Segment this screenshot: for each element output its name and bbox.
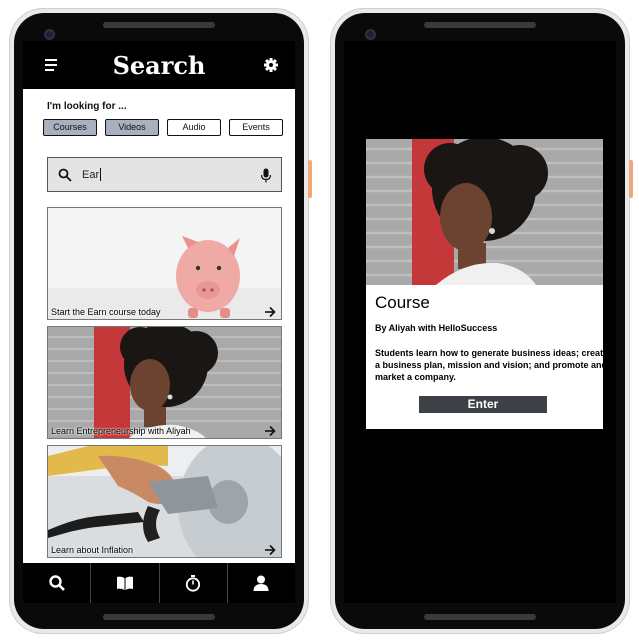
gear-icon[interactable]	[261, 55, 281, 75]
course-panel: Course By Aliyah with HelloSuccess Stude…	[366, 139, 603, 429]
phone-bezel: Course By Aliyah with HelloSuccess Stude…	[335, 13, 625, 629]
profile-icon	[253, 575, 269, 591]
front-camera	[365, 29, 376, 40]
tab-timer[interactable]	[160, 563, 228, 603]
enter-button[interactable]: Enter	[419, 396, 547, 413]
filter-events[interactable]: Events	[229, 119, 283, 136]
stopwatch-icon	[186, 575, 201, 592]
power-button	[629, 160, 633, 198]
speaker-grille	[103, 614, 215, 620]
tab-library[interactable]	[91, 563, 160, 603]
microphone-icon[interactable]	[260, 168, 272, 183]
card-caption: Learn Entrepreneurship with Aliyah	[51, 426, 191, 436]
course-card-earn[interactable]: Start the Earn course today	[47, 207, 282, 320]
course-description: Students learn how to generate business …	[375, 348, 603, 382]
app-header: Search	[23, 41, 295, 89]
piggy-bank-image	[48, 208, 281, 319]
fuel-pump-image	[48, 446, 281, 557]
portrait-woman-image	[48, 327, 281, 438]
phone-search: Search I'm looking for ... Courses Video…	[9, 8, 312, 634]
search-prompt: I'm looking for ...	[47, 101, 127, 112]
arrow-right-icon	[265, 544, 276, 556]
power-button	[308, 160, 312, 198]
speaker-grille	[424, 22, 536, 28]
filter-videos[interactable]: Videos	[105, 119, 159, 136]
tab-search[interactable]	[23, 563, 92, 603]
search-icon	[58, 168, 72, 182]
search-screen: Search I'm looking for ... Courses Video…	[23, 41, 295, 603]
phone-course: Course By Aliyah with HelloSuccess Stude…	[330, 8, 633, 634]
search-input[interactable]: Ear	[47, 157, 282, 192]
arrow-right-icon	[265, 425, 276, 437]
filter-courses[interactable]: Courses	[43, 119, 97, 136]
filter-audio[interactable]: Audio	[167, 119, 221, 136]
course-author: By Aliyah with HelloSuccess	[375, 323, 498, 333]
book-icon	[116, 576, 133, 590]
phone-bezel: Search I'm looking for ... Courses Video…	[14, 13, 304, 629]
speaker-grille	[103, 22, 215, 28]
course-screen: Course By Aliyah with HelloSuccess Stude…	[344, 41, 616, 603]
arrow-right-icon	[265, 306, 276, 318]
search-icon	[48, 575, 65, 591]
course-title: Course	[375, 293, 430, 312]
speaker-grille	[424, 614, 536, 620]
filter-chips: Courses Videos Audio Events	[43, 119, 283, 136]
page-title: Search	[112, 51, 206, 80]
search-value: Ear	[82, 168, 100, 181]
front-camera	[44, 29, 55, 40]
course-card-inflation[interactable]: Learn about Inflation	[47, 445, 282, 558]
tab-profile[interactable]	[228, 563, 295, 603]
text-caret	[100, 168, 102, 181]
card-caption: Learn about Inflation	[51, 545, 134, 555]
course-hero-image	[366, 139, 603, 285]
card-caption: Start the Earn course today	[51, 307, 161, 317]
bottom-tab-bar	[23, 563, 295, 603]
course-card-entrepreneurship[interactable]: Learn Entrepreneurship with Aliyah	[47, 326, 282, 439]
